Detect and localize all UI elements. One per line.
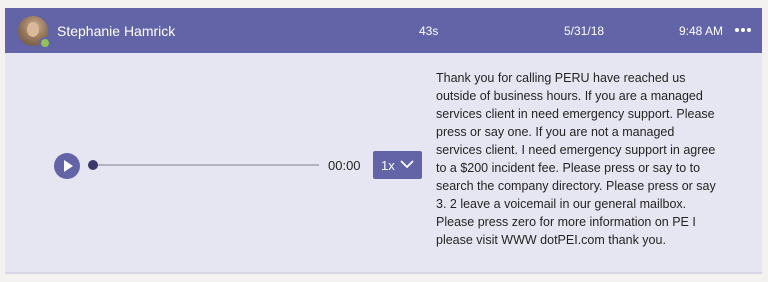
seek-handle[interactable] xyxy=(88,160,98,170)
presence-available-icon xyxy=(39,37,51,49)
voicemail-header: Stephanie Hamrick 43s 5/31/18 9:48 AM xyxy=(5,8,762,53)
playback-speed-label: 1x xyxy=(381,158,395,173)
more-options-icon xyxy=(735,28,739,33)
call-duration: 43s xyxy=(419,24,439,38)
playback-speed-button[interactable]: 1x xyxy=(373,151,422,179)
seek-bar[interactable] xyxy=(93,164,319,166)
play-icon xyxy=(64,160,73,172)
call-date: 5/31/18 xyxy=(564,24,605,38)
avatar-face xyxy=(27,22,39,37)
avatar[interactable] xyxy=(18,16,51,49)
play-button[interactable] xyxy=(54,153,80,179)
voicemail-card: Stephanie Hamrick 43s 5/31/18 9:48 AM 00… xyxy=(5,8,762,274)
elapsed-time: 00:00 xyxy=(328,158,361,173)
more-options-button[interactable] xyxy=(731,21,755,41)
chevron-down-icon xyxy=(400,160,414,169)
voicemail-transcript: Thank you for calling PERU have reached … xyxy=(436,71,716,247)
caller-name[interactable]: Stephanie Hamrick xyxy=(57,23,175,39)
call-time: 9:48 AM xyxy=(679,24,724,38)
